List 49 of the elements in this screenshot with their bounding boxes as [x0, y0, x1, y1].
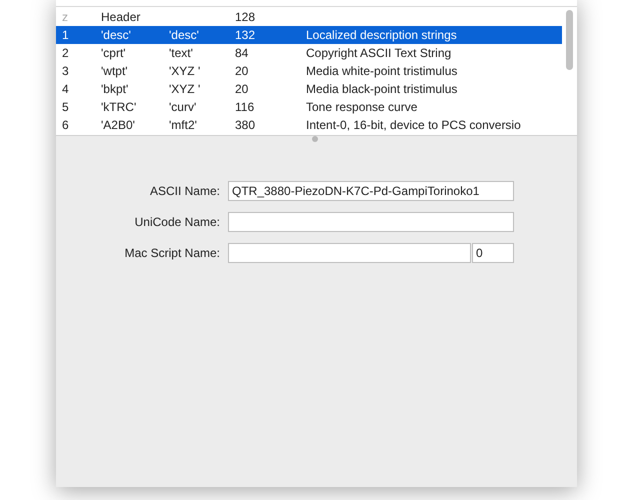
split-handle-icon[interactable] [312, 136, 318, 142]
index-cell-text: z [61, 9, 69, 26]
tag-cell-text: Header [101, 9, 142, 26]
tag-cell-text: 'cprt' [101, 45, 127, 62]
index-cell-text: 1 [61, 27, 70, 44]
table-row[interactable]: 6 'A2B0' 'mft2' 380 Intent-0, 16-bit, device to PCS conversio [56, 116, 562, 134]
field-label: Mac Script Name: [124, 246, 221, 260]
table-row[interactable]: 5 'kTRC' 'curv' 116 Tone response curve [56, 98, 562, 116]
data-cell: 'XYZ ' [169, 82, 200, 96]
tag-cell-text: 'desc' [101, 27, 132, 44]
index-cell-text: 5 [61, 99, 70, 116]
index-cell-text: 2 [61, 45, 70, 62]
index-cell-text: 3 [61, 63, 70, 80]
tag-cell-text: 'wtpt' [101, 63, 129, 80]
data-cell: 'mft2' [169, 118, 197, 132]
text-field[interactable] [228, 243, 471, 263]
size-cell-text: 128 [235, 9, 256, 26]
text-field[interactable] [228, 212, 514, 232]
size-cell-text: 380 [235, 117, 256, 134]
size-cell-text: 116 [235, 99, 256, 116]
description-cell: Localized description strings [306, 28, 457, 42]
tag-cell-text: 'bkpt' [101, 81, 130, 98]
description-cell: Media black-point tristimulus [306, 82, 458, 96]
field-label: UniCode Name: [134, 215, 221, 229]
index-cell-text: 4 [61, 81, 70, 98]
data-cell: 'XYZ ' [169, 64, 200, 78]
index-cell-text: 6 [61, 117, 70, 134]
code-field[interactable]: 0 [472, 243, 514, 263]
size-cell-text: 20 [235, 81, 250, 98]
size-cell-text: 20 [235, 63, 250, 80]
size-cell-text: 132 [235, 27, 256, 44]
table-row[interactable]: z Header 128 [56, 8, 562, 26]
table-row[interactable]: 1 'desc' 'desc' 132 Localized description strings [56, 26, 562, 44]
data-cell: 'text' [169, 46, 193, 60]
description-cell: Tone response curve [306, 100, 418, 114]
text-field[interactable]: QTR_3880-PiezoDN-K7C-Pd-GampiTorinoko1 [228, 181, 514, 201]
data-cell: 'desc' [169, 28, 199, 42]
tag-cell-text: 'A2B0' [101, 117, 136, 134]
description-cell: Copyright ASCII Text String [306, 46, 452, 60]
tag-cell-text: 'kTRC' [101, 99, 138, 116]
description-cell: Intent-0, 16-bit, device to PCS conversio [306, 118, 521, 132]
table-row[interactable]: 3 'wtpt' 'XYZ ' 20 Media white-point tristimulus [56, 62, 562, 80]
table-row[interactable]: 2 'cprt' 'text' 84 Copyright ASCII Text String [56, 44, 562, 62]
size-cell-text: 84 [235, 45, 250, 62]
data-cell: 'curv' [169, 100, 196, 114]
scrollbar-thumb[interactable] [566, 10, 573, 70]
description-cell: Media white-point tristimulus [306, 64, 458, 78]
field-label: ASCII Name: [148, 184, 221, 198]
table-row[interactable]: 4 'bkpt' 'XYZ ' 20 Media black-point tristimulus [56, 80, 562, 98]
